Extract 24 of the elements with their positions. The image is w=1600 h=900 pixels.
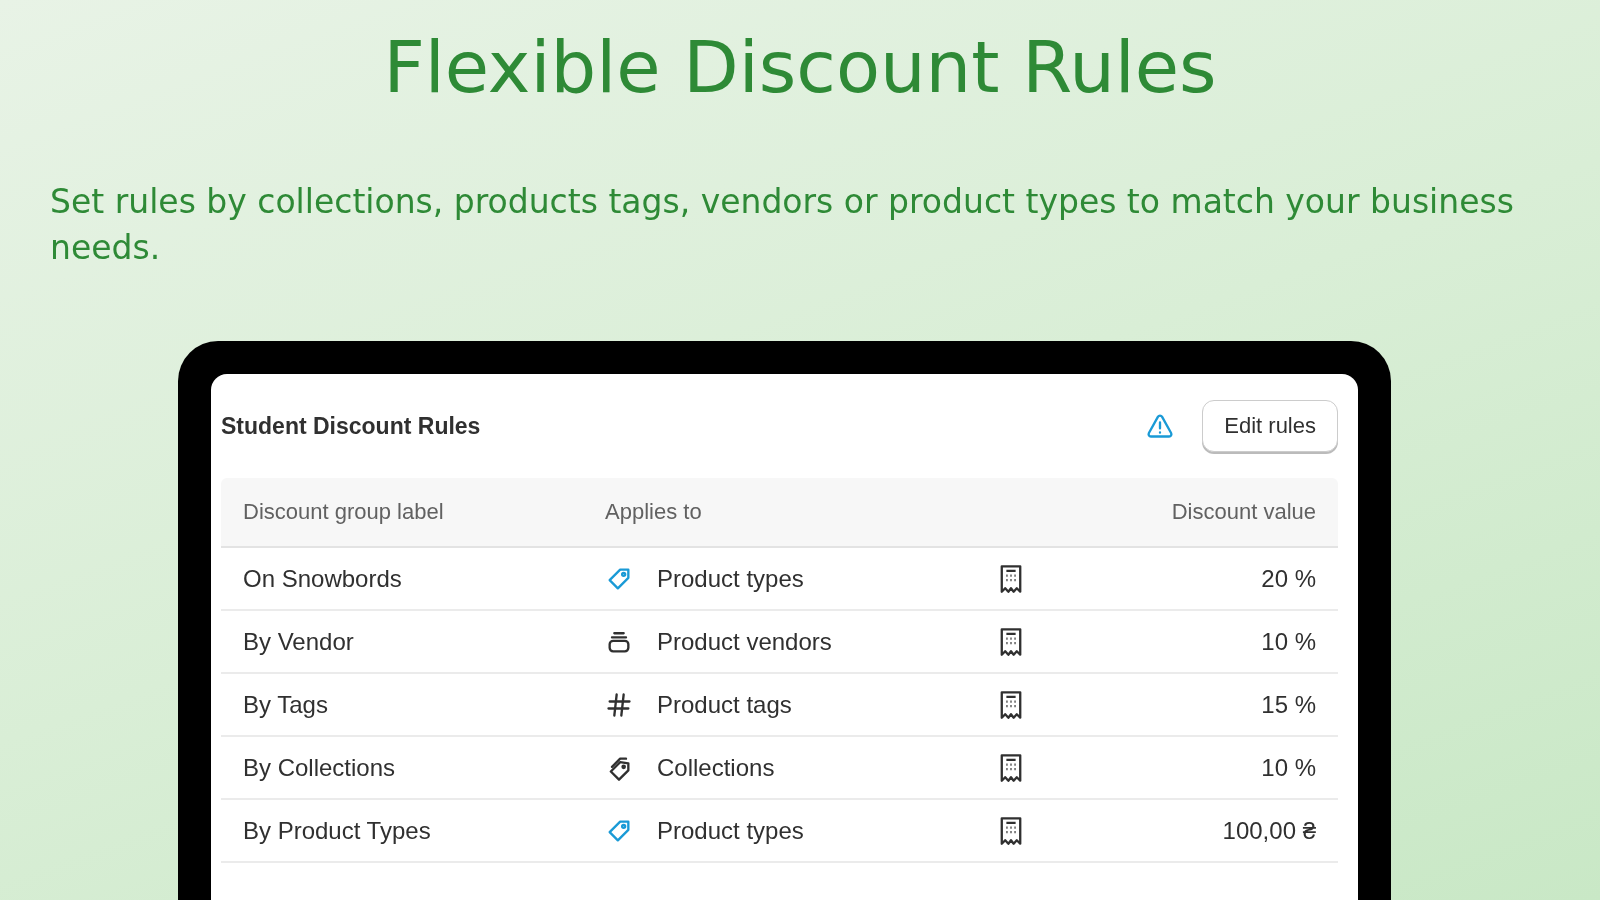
column-header: Applies to [605, 499, 703, 526]
card-title: Student Discount Rules [221, 412, 482, 440]
table-cell-text: 10 % [1260, 753, 1316, 782]
page-heading: Flexible Discount Rules [382, 28, 1218, 108]
page-subheading: Set rules by collections, products tags, vendors or product types to match your business needs. [50, 181, 1515, 270]
table-cell-text: By Vendor [243, 627, 355, 656]
table-cell-text: Product vendors [657, 627, 833, 656]
column-header: Discount value [1170, 499, 1316, 526]
edit-rules-button[interactable]: Edit rules [1202, 400, 1338, 453]
table-cell-text: By Collections [243, 753, 397, 782]
table-cell-text: By Tags [243, 690, 329, 719]
warning-icon[interactable] [1146, 412, 1175, 441]
column-header: Discount group label [243, 499, 445, 526]
table-cell-text: Collections [657, 753, 776, 782]
table-cell-text: 20 % [1260, 564, 1316, 593]
hash-icon [605, 690, 633, 719]
table-cell-text: 15 % [1260, 690, 1316, 719]
table-cell-text: Product types [657, 564, 805, 593]
table-cell-text: On Snowbords [243, 564, 403, 593]
table-cell-text: Product types [657, 816, 805, 845]
table-cell-text: Product tags [657, 690, 793, 719]
table-cell-text: 100,00 ₴ [1221, 816, 1316, 845]
table-cell-text: By Product Types [243, 816, 432, 845]
table-cell-text: 10 % [1260, 627, 1316, 656]
